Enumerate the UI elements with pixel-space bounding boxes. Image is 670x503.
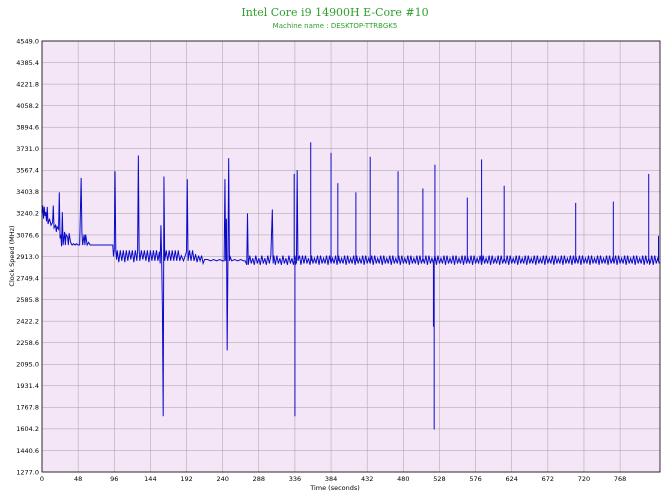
y-tick-label: 1277.0 (16, 468, 39, 476)
y-tick-label: 2585.8 (16, 296, 39, 304)
y-axis-label: Clock Speed (MHz) (8, 225, 16, 286)
x-tick-label: 144 (144, 475, 156, 483)
y-tick-label: 2422.2 (16, 317, 39, 325)
y-tick-label: 1440.6 (16, 447, 39, 455)
y-tick-label: 4385.4 (16, 59, 39, 67)
chart-title: Intel Core i9 14900H E-Core #10 (241, 6, 428, 19)
x-tick-label: 192 (180, 475, 192, 483)
x-axis-label: Time (seconds) (309, 484, 360, 492)
y-tick-label: 4221.8 (16, 80, 39, 88)
x-tick-label: 672 (542, 475, 554, 483)
y-tick-label: 2258.6 (16, 339, 39, 347)
x-tick-label: 240 (216, 475, 228, 483)
y-axis-ticks: 1277.0 1440.6 1604.2 1767.8 1931.4 2095.0 2258… (16, 37, 39, 476)
x-tick-label: 576 (469, 475, 481, 483)
clock-speed-chart: Intel Core i9 14900H E-Core #10 Machine … (8, 6, 661, 492)
y-tick-label: 3403.8 (16, 188, 39, 196)
y-tick-label: 3076.6 (16, 231, 39, 239)
y-tick-label: 1931.4 (16, 382, 39, 390)
y-tick-label: 3731.0 (16, 145, 39, 153)
x-tick-label: 528 (433, 475, 445, 483)
x-tick-label: 48 (74, 475, 82, 483)
x-tick-label: 384 (325, 475, 337, 483)
x-tick-label: 480 (397, 475, 409, 483)
y-tick-label: 4058.2 (16, 102, 39, 110)
x-tick-label: 624 (505, 475, 517, 483)
y-tick-label: 3567.4 (16, 167, 39, 175)
y-tick-label: 1767.8 (16, 404, 39, 412)
chart-subtitle: Machine name : DESKTOP-TTRBGK5 (273, 22, 398, 30)
x-tick-label: 288 (253, 475, 265, 483)
y-tick-label: 2095.0 (16, 361, 39, 369)
x-tick-label: 768 (614, 475, 626, 483)
x-tick-label: 336 (289, 475, 301, 483)
x-axis-ticks: 0 48 96 144 192 240 288 336 384 432 480 528 576 624 67… (40, 475, 626, 483)
x-tick-label: 720 (578, 475, 590, 483)
x-tick-label: 432 (361, 475, 373, 483)
y-tick-label: 2913.0 (16, 253, 39, 261)
y-tick-label: 3894.6 (16, 124, 39, 132)
y-tick-label: 2749.4 (16, 274, 39, 282)
y-tick-label: 4549.0 (16, 37, 39, 45)
y-tick-label: 1604.2 (16, 425, 39, 433)
y-tick-label: 3240.2 (16, 210, 39, 218)
x-tick-label: 96 (110, 475, 118, 483)
x-tick-label: 0 (40, 475, 44, 483)
